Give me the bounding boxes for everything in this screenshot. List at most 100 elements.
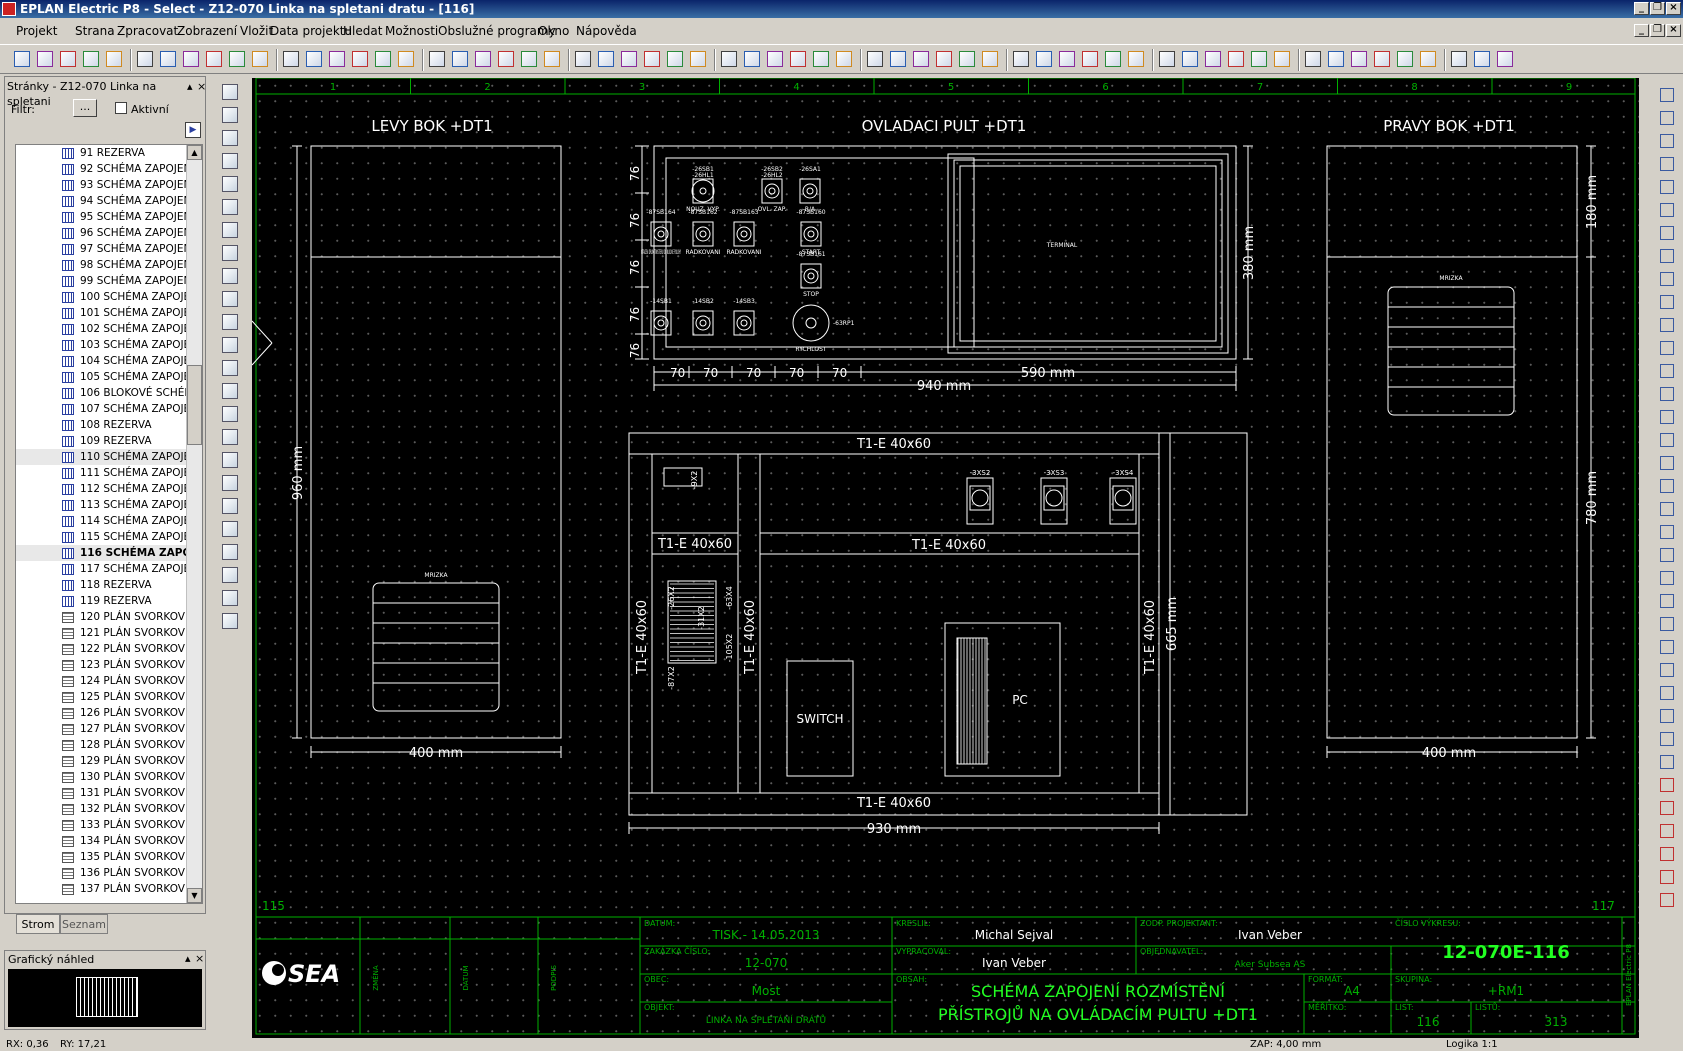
menu-1[interactable]: Strana xyxy=(75,24,115,38)
tree-item[interactable]: 133 PLÁN SVORKOVNI xyxy=(16,817,186,833)
toolbar-tool-8-icon[interactable] xyxy=(206,51,222,67)
menu-10[interactable]: Nápověda xyxy=(576,24,637,38)
left-tool-0-icon[interactable] xyxy=(222,84,238,100)
toolbar-tool-20-icon[interactable] xyxy=(498,51,514,67)
tree-item[interactable]: 101 SCHÉMA ZAPOJEN xyxy=(16,305,186,321)
toolbar-tool-39-icon[interactable] xyxy=(959,51,975,67)
tree-item[interactable]: 92 SCHÉMA ZAPOJENÍ xyxy=(16,161,186,177)
left-tool-4-icon[interactable] xyxy=(222,176,238,192)
toolbar-tool-1-icon[interactable] xyxy=(37,51,53,67)
tree-item[interactable]: 115 SCHÉMA ZAPOJEN xyxy=(16,529,186,545)
right-tool-22-icon[interactable] xyxy=(1660,594,1674,608)
menu-7[interactable]: Možnosti xyxy=(385,24,438,38)
right-tool-26-icon[interactable] xyxy=(1660,686,1674,700)
toolbar-tool-53-icon[interactable] xyxy=(1305,51,1321,67)
toolbar-tool-32-icon[interactable] xyxy=(790,51,806,67)
tree-item[interactable]: 118 REZERVA xyxy=(16,577,186,593)
menu-3[interactable]: Zobrazení xyxy=(177,24,237,38)
tree-item[interactable]: 130 PLÁN SVORKOVNI xyxy=(16,769,186,785)
tree-item[interactable]: 98 SCHÉMA ZAPOJENÍ xyxy=(16,257,186,273)
toolbar-tool-35-icon[interactable] xyxy=(867,51,883,67)
tree-item[interactable]: 114 SCHÉMA ZAPOJEN xyxy=(16,513,186,529)
active-checkbox[interactable] xyxy=(115,102,127,114)
tree-item[interactable]: 112 SCHÉMA ZAPOJEN xyxy=(16,481,186,497)
minimize-icon[interactable]: _ xyxy=(1634,2,1649,15)
left-tool-19-icon[interactable] xyxy=(222,521,238,537)
menu-2[interactable]: Zpracovat xyxy=(117,24,178,38)
right-tool-35-icon[interactable] xyxy=(1660,893,1674,907)
tree-item[interactable]: 99 SCHÉMA ZAPOJENÍ xyxy=(16,273,186,289)
tree-item[interactable]: 123 PLÁN SVORKOVNI xyxy=(16,657,186,673)
tree-item[interactable]: 122 PLÁN SVORKOVNI xyxy=(16,641,186,657)
right-tool-11-icon[interactable] xyxy=(1660,341,1674,355)
toolbar-tool-30-icon[interactable] xyxy=(744,51,760,67)
toolbar-tool-34-icon[interactable] xyxy=(836,51,852,67)
left-tool-8-icon[interactable] xyxy=(222,268,238,284)
right-tool-15-icon[interactable] xyxy=(1660,433,1674,447)
close-icon[interactable]: × xyxy=(197,79,206,94)
close-icon[interactable]: × xyxy=(1666,2,1681,15)
drawing-canvas[interactable]: 1 2 3 4 5 6 7 8 9 115 117 LEVY BOK +DT1 960 mm 4… xyxy=(252,78,1639,1038)
tree-item[interactable]: 109 REZERVA xyxy=(16,433,186,449)
toolbar-tool-46-icon[interactable] xyxy=(1128,51,1144,67)
left-tool-18-icon[interactable] xyxy=(222,498,238,514)
toolbar-tool-0-icon[interactable] xyxy=(14,51,30,67)
toolbar-tool-41-icon[interactable] xyxy=(1013,51,1029,67)
toolbar-tool-37-icon[interactable] xyxy=(913,51,929,67)
tree-item[interactable]: 131 PLÁN SVORKOVNI xyxy=(16,785,186,801)
collapse-icon[interactable]: ▴ xyxy=(185,952,191,965)
right-tool-12-icon[interactable] xyxy=(1660,364,1674,378)
scroll-down-icon[interactable]: ▼ xyxy=(187,888,202,903)
menu-6[interactable]: Hledat xyxy=(343,24,382,38)
toolbar-tool-7-icon[interactable] xyxy=(183,51,199,67)
collapse-icon[interactable]: ▴ xyxy=(187,79,193,94)
tree-item[interactable]: 119 REZERVA xyxy=(16,593,186,609)
toolbar-tool-56-icon[interactable] xyxy=(1374,51,1390,67)
tree-item[interactable]: 93 SCHÉMA ZAPOJENÍ xyxy=(16,177,186,193)
toolbar-tool-4-icon[interactable] xyxy=(106,51,122,67)
scroll-thumb[interactable] xyxy=(187,365,202,445)
tree-item[interactable]: 110 SCHÉMA ZAPOJEN xyxy=(16,449,186,465)
tree-item[interactable]: 106 BLOKOVÉ SCHÉMA xyxy=(16,385,186,401)
right-tool-7-icon[interactable] xyxy=(1660,249,1674,263)
tree-item[interactable]: 113 SCHÉMA ZAPOJEN xyxy=(16,497,186,513)
right-tool-30-icon[interactable] xyxy=(1660,778,1674,792)
toolbar-tool-25-icon[interactable] xyxy=(621,51,637,67)
left-tool-1-icon[interactable] xyxy=(222,107,238,123)
toolbar-tool-61-icon[interactable] xyxy=(1497,51,1513,67)
toolbar-tool-45-icon[interactable] xyxy=(1105,51,1121,67)
left-tool-22-icon[interactable] xyxy=(222,590,238,606)
toolbar-tool-13-icon[interactable] xyxy=(329,51,345,67)
play-icon[interactable]: ▶ xyxy=(185,122,201,138)
tree-item[interactable]: 100 SCHÉMA ZAPOJEN xyxy=(16,289,186,305)
left-tool-21-icon[interactable] xyxy=(222,567,238,583)
toolbar-tool-11-icon[interactable] xyxy=(283,51,299,67)
right-tool-8-icon[interactable] xyxy=(1660,272,1674,286)
toolbar-tool-26-icon[interactable] xyxy=(644,51,660,67)
restore-icon[interactable]: ❐ xyxy=(1650,2,1665,15)
toolbar-tool-43-icon[interactable] xyxy=(1059,51,1075,67)
tree-item[interactable]: 137 PLÁN SVORKOVNI xyxy=(16,881,186,897)
right-tool-33-icon[interactable] xyxy=(1660,847,1674,861)
toolbar-tool-60-icon[interactable] xyxy=(1474,51,1490,67)
left-tool-11-icon[interactable] xyxy=(222,337,238,353)
toolbar-tool-42-icon[interactable] xyxy=(1036,51,1052,67)
toolbar-tool-49-icon[interactable] xyxy=(1205,51,1221,67)
right-tool-27-icon[interactable] xyxy=(1660,709,1674,723)
right-tool-23-icon[interactable] xyxy=(1660,617,1674,631)
right-tool-1-icon[interactable] xyxy=(1660,111,1674,125)
tree-item[interactable]: 135 PLÁN SVORKOVNI xyxy=(16,849,186,865)
tree-item[interactable]: 136 PLÁN SVORKOVNI xyxy=(16,865,186,881)
menu-5[interactable]: Data projektu xyxy=(270,24,352,38)
right-tool-4-icon[interactable] xyxy=(1660,180,1674,194)
right-tool-21-icon[interactable] xyxy=(1660,571,1674,585)
doc-close-icon[interactable]: × xyxy=(1666,24,1681,37)
tree-item[interactable]: 127 PLÁN SVORKOVNI xyxy=(16,721,186,737)
toolbar-tool-27-icon[interactable] xyxy=(667,51,683,67)
toolbar-tool-29-icon[interactable] xyxy=(721,51,737,67)
doc-restore-icon[interactable]: ❐ xyxy=(1650,24,1665,37)
doc-minimize-icon[interactable]: _ xyxy=(1634,24,1649,37)
right-tool-13-icon[interactable] xyxy=(1660,387,1674,401)
toolbar-tool-21-icon[interactable] xyxy=(521,51,537,67)
right-tool-31-icon[interactable] xyxy=(1660,801,1674,815)
